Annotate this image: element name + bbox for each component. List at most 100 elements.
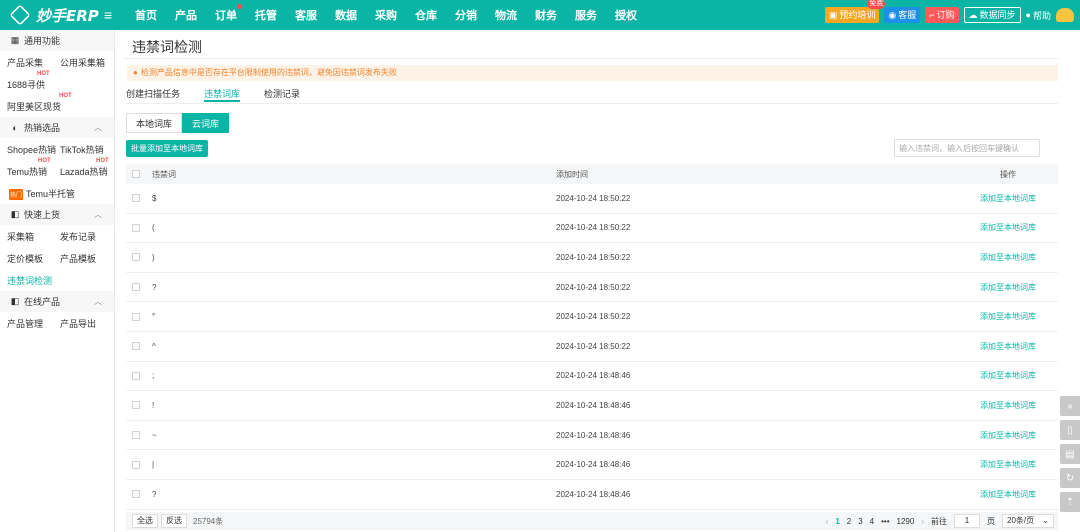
sidebar-item-publish-records[interactable]: 发布记录 [60,230,113,243]
page-number[interactable]: 1290 [897,517,915,526]
sidebar-item-temu-hot[interactable]: Temu热销 HOT [7,158,60,178]
sidebar-item-pricing-template[interactable]: 定价模板 [7,252,60,265]
row-checkbox[interactable] [132,342,140,351]
customer-service-button[interactable]: ◉ 客服 [884,7,921,23]
add-to-local-link[interactable]: 添加至本地词库 [980,253,1036,262]
refresh-icon[interactable]: ↻ [1060,468,1080,488]
sidebar-item-product-collect[interactable]: 产品采集 [7,56,60,69]
nav-services[interactable]: 服务 [566,7,606,23]
add-to-local-link[interactable]: 添加至本地词库 [980,371,1036,380]
sidebar-item-tiktok-hot[interactable]: TikTok热销 [60,143,113,156]
subscribe-button[interactable]: ⌐ 订购 [925,7,959,23]
nav-warehouse[interactable]: 仓库 [406,7,446,23]
grid-icon: ▦ [10,35,20,45]
search-input[interactable] [894,139,1040,157]
menu-toggle-icon[interactable]: ≡ [104,7,126,23]
sidebar-item-product-template[interactable]: 产品模板 [60,252,113,265]
tab-prohibited-word-library[interactable]: 违禁词库 [204,87,241,102]
op-cell: 添加至本地词库 [958,400,1058,411]
nav-orders[interactable]: 订单 [206,4,246,23]
add-to-local-link[interactable]: 添加至本地词库 [980,223,1036,232]
subscribe-label: 订购 [936,10,955,20]
sidebar-group-online-products[interactable]: ◧ 在线产品 ︿ [0,291,114,312]
sidebar-item-label: Lazada热销 [60,166,108,177]
brand-logo[interactable]: 妙手ERP [0,4,118,26]
goto-label: 前往 [931,516,947,526]
page-number[interactable]: 3 [858,517,862,526]
page-number[interactable]: 1 [835,517,839,526]
nav-purchase[interactable]: 采购 [366,7,406,23]
page-number[interactable]: 4 [870,517,874,526]
sidebar-item-product-export[interactable]: 产品导出 [60,317,113,330]
select-all-button[interactable]: 全选 [132,514,158,528]
row-checkbox[interactable] [132,431,140,440]
nav-managed[interactable]: 托管 [246,7,286,23]
select-all-checkbox[interactable] [132,170,140,178]
add-to-local-link[interactable]: 添加至本地词库 [980,460,1036,469]
sidebar-item-1688-sourcing[interactable]: 1688寻供 HOT [7,71,60,91]
add-to-local-link[interactable]: 添加至本地词库 [980,431,1036,440]
add-to-local-link[interactable]: 添加至本地词库 [980,401,1036,410]
time-cell: 2024-10-24 18:50:22 [556,252,631,262]
nav-authorization[interactable]: 授权 [606,7,646,23]
sidebar-item-label: Temu热销 [7,166,48,177]
sidebar-item-temu-semi-managed[interactable]: 热门 Temu半托管 [7,187,107,200]
table-row: (2024-10-24 18:50:22 添加至本地词库 [126,214,1058,244]
row-checkbox[interactable] [132,283,140,292]
book-training-button[interactable]: ▣ 预约培训 免费 [824,0,886,23]
help-link[interactable]: ● 帮助 [1026,9,1051,22]
tab-create-scan-task[interactable]: 创建扫描任务 [126,87,180,102]
nav-home[interactable]: 首页 [126,7,166,23]
row-checkbox[interactable] [132,490,140,499]
sidebar-item-prohibited-word-check[interactable]: 违禁词检测 [7,274,60,287]
back-to-top-icon[interactable]: ⇡ [1060,492,1080,512]
add-to-local-link[interactable]: 添加至本地词库 [980,283,1036,292]
row-checkbox[interactable] [132,460,140,469]
add-to-local-link[interactable]: 添加至本地词库 [980,342,1036,351]
row-checkbox[interactable] [132,312,140,321]
page-ellipsis[interactable]: ••• [881,517,889,526]
sidebar-item-public-collect-box[interactable]: 公用采集箱 [60,56,113,69]
sidebar-group-quick-listing[interactable]: ◧ 快速上货 ︿ [0,204,114,225]
page-size-select[interactable]: 20条/页 ⌄ [1002,514,1054,528]
add-to-local-link[interactable]: 添加至本地词库 [980,490,1036,499]
row-checkbox[interactable] [132,194,140,203]
nav-logistics[interactable]: 物流 [486,7,526,23]
collapse-arrow-icon[interactable]: » [1060,396,1080,416]
tab-check-records[interactable]: 检测记录 [264,87,300,102]
nav-finance[interactable]: 财务 [526,7,566,23]
invert-selection-button[interactable]: 反选 [161,514,187,528]
nav-distribution[interactable]: 分销 [446,7,486,23]
batch-add-to-local-button[interactable]: 批量添加至本地词库 [126,140,208,157]
row-checkbox[interactable] [132,223,140,232]
sidebar-group-hot-selection[interactable]: ◐ 热销选品 ︿ [0,117,114,138]
sidebar-item-lazada-hot[interactable]: Lazada热销 HOT [60,158,113,178]
page-size-value: 20条/页 [1007,516,1035,525]
page-number[interactable]: 2 [847,517,851,526]
word-cell: | [152,460,155,470]
avatar[interactable] [1056,8,1074,22]
goto-page-input[interactable]: 1 [954,514,980,528]
row-checkbox[interactable] [132,371,140,380]
sidebar-group-general[interactable]: ▦ 通用功能 [0,30,114,51]
add-to-local-link[interactable]: 添加至本地词库 [980,312,1036,321]
data-sync-button[interactable]: ☁ 数据同步 [963,7,1021,23]
nav-data[interactable]: 数据 [326,7,366,23]
cloud-library-button[interactable]: 云词库 [182,113,230,133]
mobile-icon[interactable]: ▯ [1060,420,1080,440]
next-page-icon[interactable]: › [921,517,924,526]
nav-customer-service[interactable]: 客服 [286,7,326,23]
local-library-button[interactable]: 本地词库 [126,113,183,133]
document-icon[interactable]: ▤ [1060,444,1080,464]
sidebar-item-shopee-hot[interactable]: Shopee热销 [7,143,60,156]
sidebar-item-product-management[interactable]: 产品管理 [7,317,60,330]
tabs: 创建扫描任务 违禁词库 检测记录 [126,87,300,102]
prev-page-icon[interactable]: ‹ [826,517,829,526]
sidebar-item-ali-us-stock[interactable]: 阿里美区现货 HOT [7,93,72,113]
op-cell: 添加至本地词库 [958,222,1058,233]
add-to-local-link[interactable]: 添加至本地词库 [980,194,1036,203]
sidebar-item-collect-box[interactable]: 采集箱 [7,230,60,243]
row-checkbox[interactable] [132,253,140,262]
nav-products[interactable]: 产品 [166,7,206,23]
row-checkbox[interactable] [132,401,140,410]
